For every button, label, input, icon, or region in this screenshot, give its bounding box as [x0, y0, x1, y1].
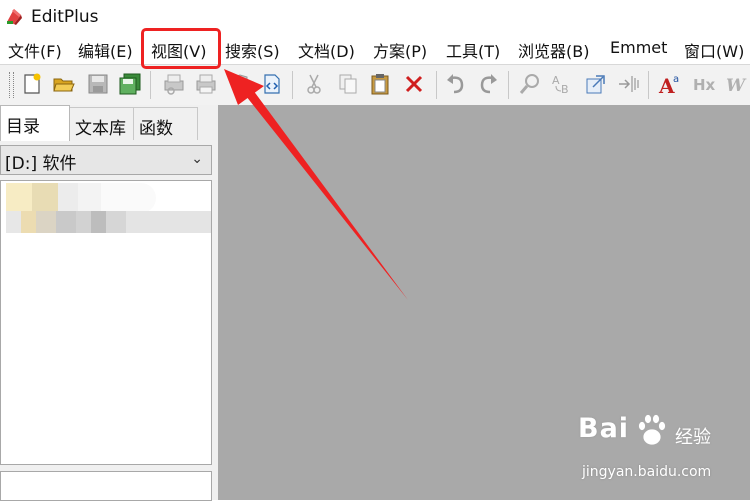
watermark-brand: Bai — [578, 413, 630, 444]
watermark-url: jingyan.baidu.com — [582, 464, 712, 480]
baidu-watermark: Bai 经验 jingyan.baidu.com — [577, 408, 747, 498]
watermark-sub: 经验 — [675, 427, 711, 448]
paw-icon — [638, 414, 666, 446]
tab-directory[interactable]: 目录 — [0, 105, 70, 141]
